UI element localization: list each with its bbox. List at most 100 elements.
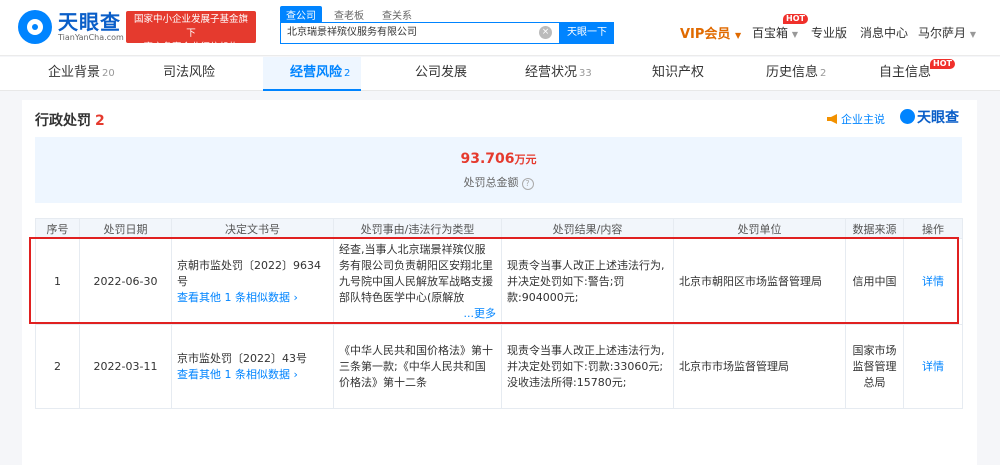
col-header-result: 处罚结果/内容 bbox=[501, 218, 674, 239]
cell-authority: 北京市朝阳区市场监督管理局 bbox=[673, 238, 846, 325]
owner-says-link[interactable]: 企业主说 bbox=[827, 111, 885, 127]
top-header: 天眼查 TianYanCha.com 国家中小企业发展子基金旗下 官方备案企业征… bbox=[0, 0, 1000, 56]
chevron-down-icon: ▼ bbox=[791, 30, 798, 39]
reason-text: 经查,当事人北京瑞景祥殡仪服务有限公司负责朝阳区安翔北里九号院中国人民解放军战略… bbox=[339, 242, 493, 304]
table-row: 2 2022-03-11 京市监处罚〔2022〕43号 查看其他 1 条相似数据… bbox=[35, 324, 963, 409]
cell-doc-number: 京朝市监处罚〔2022〕9634号 查看其他 1 条相似数据 › bbox=[171, 238, 334, 325]
speaker-icon bbox=[827, 114, 837, 124]
cell-date: 2022-03-11 bbox=[79, 324, 172, 409]
cell-reason: 经查,当事人北京瑞景祥殡仪服务有限公司负责朝阳区安翔北里九号院中国人民解放军战略… bbox=[333, 238, 502, 325]
search-tab-relation[interactable]: 查关系 bbox=[376, 6, 418, 23]
table-header-row: 序号 处罚日期 决定文书号 处罚事由/违法行为类型 处罚结果/内容 处罚单位 数… bbox=[35, 218, 963, 239]
tab-count: 2 bbox=[344, 68, 351, 79]
hot-badge: HOT bbox=[783, 14, 808, 24]
section-title-text: 行政处罚 bbox=[35, 113, 91, 129]
tab-label: 经营状况 bbox=[525, 65, 578, 80]
cell-result: 现责令当事人改正上述违法行为,并决定处罚如下:罚款:33060元;没收违法所得:… bbox=[501, 324, 674, 409]
search-tab-boss[interactable]: 查老板 bbox=[328, 6, 370, 23]
tab-count: 20 bbox=[102, 68, 115, 79]
user-name: 马尔萨月 bbox=[918, 26, 967, 40]
tab-intellectual-property[interactable]: 知识产权 bbox=[652, 57, 704, 91]
badge-line-1: 国家中小企业发展子基金旗下 bbox=[133, 14, 248, 39]
tab-operating-status[interactable]: 经营状况 33 bbox=[525, 57, 592, 91]
penalty-table: 序号 处罚日期 决定文书号 处罚事由/违法行为类型 处罚结果/内容 处罚单位 数… bbox=[35, 218, 963, 409]
section-title: 行政处罚 2 bbox=[35, 110, 105, 130]
tab-self-info[interactable]: 自主信息 bbox=[879, 57, 931, 91]
category-tabbar: 企业背景 20 司法风险 经营风险 2 公司发展 经营状况 33 知识产权 历史信息 2… bbox=[0, 57, 1000, 91]
col-header-doc-number: 决定文书号 bbox=[171, 218, 334, 239]
table-row: 1 2022-06-30 京朝市监处罚〔2022〕9634号 查看其他 1 条相… bbox=[35, 238, 963, 325]
section-count: 2 bbox=[95, 113, 105, 129]
logo[interactable]: 天眼查 TianYanCha.com bbox=[18, 10, 124, 44]
hot-badge: HOT bbox=[930, 59, 955, 69]
badge-line-2: 官方备案企业征信机构 bbox=[143, 42, 239, 53]
cell-action: 详情 bbox=[903, 238, 963, 325]
brand-watermark: 天眼查 bbox=[900, 107, 959, 127]
chevron-down-icon: ▼ bbox=[969, 30, 976, 39]
tab-company-development[interactable]: 公司发展 bbox=[415, 57, 467, 91]
tab-label: 公司发展 bbox=[415, 65, 468, 80]
tab-count: 33 bbox=[579, 68, 592, 79]
cell-result: 现责令当事人改正上述违法行为,并决定处罚如下:警告;罚款:904000元; bbox=[501, 238, 674, 325]
logo-eye-icon bbox=[18, 10, 52, 44]
logo-eye-icon bbox=[900, 109, 915, 124]
details-link[interactable]: 详情 bbox=[922, 275, 944, 288]
similar-data-link[interactable]: 查看其他 1 条相似数据 › bbox=[177, 290, 328, 306]
cell-date: 2022-06-30 bbox=[79, 238, 172, 325]
total-penalty-label: 处罚总金额? bbox=[35, 174, 962, 190]
tab-label: 企业背景 bbox=[48, 65, 101, 80]
official-badge: 国家中小企业发展子基金旗下 官方备案企业征信机构 bbox=[126, 11, 256, 53]
clear-icon[interactable]: × bbox=[539, 26, 552, 39]
search-input[interactable]: 北京瑞景祥殡仪服务有限公司 bbox=[280, 22, 560, 44]
logo-name: 天眼查 bbox=[58, 10, 121, 34]
tab-label: 知识产权 bbox=[652, 65, 705, 80]
col-header-source: 数据来源 bbox=[845, 218, 904, 239]
vip-member-link[interactable]: VIP会员 ▼ bbox=[680, 23, 741, 42]
help-icon[interactable]: ? bbox=[521, 178, 534, 190]
brand-name: 天眼查 bbox=[917, 110, 959, 126]
cell-source: 信用中国 bbox=[845, 238, 904, 325]
tab-label: 司法风险 bbox=[163, 65, 216, 80]
col-header-reason: 处罚事由/违法行为类型 bbox=[333, 218, 502, 239]
cell-reason: 《中华人民共和国价格法》第十三条第一款;《中华人民共和国价格法》第十二条 bbox=[333, 324, 502, 409]
cell-doc-number: 京市监处罚〔2022〕43号 查看其他 1 条相似数据 › bbox=[171, 324, 334, 409]
pro-version-link[interactable]: 专业版 bbox=[811, 24, 847, 41]
search-type-tabs: 查公司 查老板 查关系 bbox=[280, 6, 418, 23]
col-header-action: 操作 bbox=[903, 218, 963, 239]
treasure-box-menu[interactable]: 百宝箱 ▼ bbox=[752, 24, 798, 41]
col-header-date: 处罚日期 bbox=[79, 218, 172, 239]
logo-url: TianYanCha.com bbox=[58, 33, 124, 42]
chevron-down-icon: ▼ bbox=[734, 31, 742, 40]
vip-label: VIP会员 bbox=[680, 27, 731, 42]
amount-value: 93.706 bbox=[460, 151, 515, 167]
search-button[interactable]: 天眼一下 bbox=[560, 22, 614, 44]
treasure-label: 百宝箱 bbox=[752, 26, 789, 40]
summary-label-text: 处罚总金额 bbox=[463, 176, 519, 189]
col-header-authority: 处罚单位 bbox=[673, 218, 846, 239]
user-menu[interactable]: 马尔萨月 ▼ bbox=[918, 24, 976, 41]
message-center-link[interactable]: 消息中心 bbox=[860, 24, 908, 41]
penalty-summary: 93.706万元 处罚总金额? bbox=[35, 137, 962, 203]
cell-index: 1 bbox=[35, 238, 80, 325]
tab-judicial-risk[interactable]: 司法风险 bbox=[163, 57, 215, 91]
tab-operating-risk[interactable]: 经营风险 2 bbox=[263, 57, 361, 91]
tab-history-info[interactable]: 历史信息 2 bbox=[766, 57, 826, 91]
tab-label: 自主信息 bbox=[879, 65, 932, 80]
tab-label: 经营风险 bbox=[290, 65, 343, 80]
doc-number: 京市监处罚〔2022〕43号 bbox=[177, 351, 307, 365]
search-tab-company[interactable]: 查公司 bbox=[280, 6, 322, 23]
more-link[interactable]: ...更多 bbox=[464, 307, 497, 320]
cell-index: 2 bbox=[35, 324, 80, 409]
col-header-index: 序号 bbox=[35, 218, 80, 239]
details-link[interactable]: 详情 bbox=[922, 360, 944, 373]
doc-number: 京朝市监处罚〔2022〕9634号 bbox=[177, 258, 321, 288]
tab-label: 历史信息 bbox=[766, 65, 819, 80]
administrative-penalty-section: 行政处罚 2 企业主说 天眼查 93.706万元 处罚总金额? 序号 处罚日期 决… bbox=[22, 100, 977, 465]
total-penalty-amount: 93.706万元 bbox=[35, 151, 962, 167]
cell-source: 国家市场监督管理总局 bbox=[845, 324, 904, 409]
amount-unit: 万元 bbox=[514, 153, 537, 166]
similar-data-link[interactable]: 查看其他 1 条相似数据 › bbox=[177, 367, 328, 383]
tab-enterprise-background[interactable]: 企业背景 20 bbox=[48, 57, 115, 91]
cell-authority: 北京市市场监督管理局 bbox=[673, 324, 846, 409]
owner-says-label: 企业主说 bbox=[841, 113, 885, 126]
